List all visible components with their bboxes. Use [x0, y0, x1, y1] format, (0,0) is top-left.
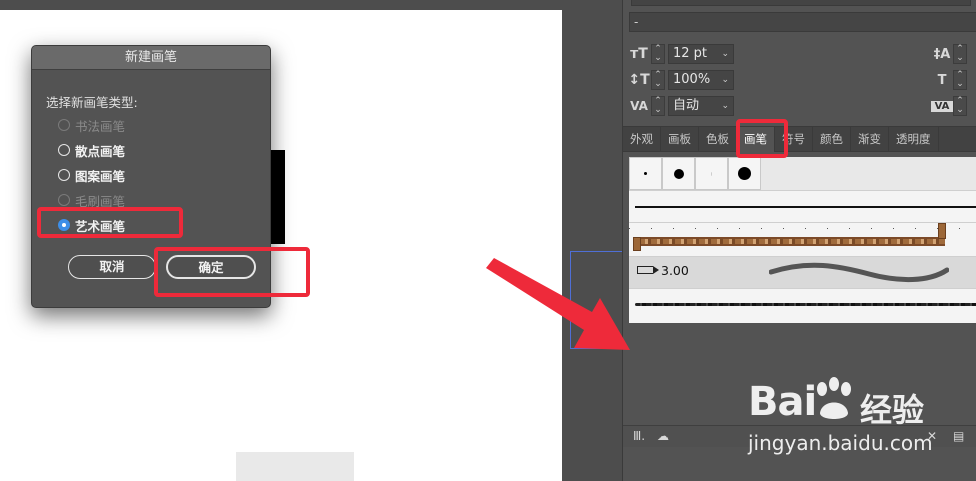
- tab-transparency[interactable]: 透明度: [889, 127, 939, 152]
- option-scatter-brush[interactable]: 散点画笔: [58, 141, 125, 159]
- brush-art-selected[interactable]: 3.00: [629, 256, 976, 288]
- vertical-scale-control: ↕T ⌃ ⌄ 100% ⌄: [627, 69, 734, 91]
- brush-dot-small[interactable]: [629, 157, 662, 190]
- chevron-down-icon[interactable]: ⌄: [721, 71, 729, 89]
- horizontal-scale-icon: T: [937, 72, 947, 88]
- radio-pattern-brush[interactable]: [58, 169, 70, 181]
- brush-dot-medium[interactable]: [662, 157, 695, 190]
- brush-thin-line[interactable]: [629, 190, 976, 222]
- watermark-url: jingyan.baidu.com: [748, 431, 933, 455]
- radio-bristle-brush: [58, 194, 70, 206]
- tab-artboards[interactable]: 画板: [661, 127, 699, 152]
- radio-calligraphic-brush: [58, 119, 70, 131]
- brush-pattern-rope[interactable]: [629, 222, 976, 256]
- screenshot-stage: 新建画笔 选择新画笔类型: 书法画笔 散点画笔 图案画笔 毛刷画笔 艺术画笔 取…: [0, 0, 976, 481]
- kerning-control: VA ⌃ ⌄ 自动 ⌄: [627, 95, 734, 117]
- red-arrow-annotation: [486, 258, 630, 350]
- highlight-brushes-tab: [736, 119, 788, 158]
- dialog-title: 新建画笔: [32, 46, 270, 70]
- brush-rough-line[interactable]: [629, 288, 976, 323]
- font-size-input[interactable]: 12 pt ⌄: [668, 44, 734, 64]
- chevron-down-icon[interactable]: ⌄: [721, 97, 729, 115]
- dot-icon: [711, 171, 712, 176]
- dot-icon: [644, 172, 647, 175]
- brush-dot-large[interactable]: [728, 157, 761, 190]
- brush-preview-rough: [635, 303, 976, 306]
- vertical-scale-icon: ↕T: [628, 72, 650, 88]
- dot-icon: [738, 167, 751, 180]
- document-area-edge: [236, 452, 354, 481]
- brush-preview-pattern: [639, 237, 945, 246]
- option-label: 书法画笔: [75, 118, 126, 134]
- tab-gradient[interactable]: 渐变: [851, 127, 889, 152]
- radio-scatter-brush[interactable]: [58, 144, 70, 156]
- artboard-black-shape[interactable]: [270, 150, 285, 244]
- kerning-stepper[interactable]: ⌃ ⌄: [651, 96, 665, 116]
- tracking-stepper[interactable]: ⌃ ⌄: [953, 96, 967, 116]
- panel-tab-bar: 外观 画板 色板 画笔 符号 颜色 渐变 透明度: [623, 126, 976, 152]
- option-calligraphic-brush: 书法画笔: [58, 116, 125, 134]
- brush-preview-wave: [769, 262, 949, 283]
- brush-stroke-value: 3.00: [661, 263, 689, 278]
- kerning-value: 自动: [673, 98, 700, 113]
- font-size-icon: тT: [630, 46, 648, 62]
- leading-control: ‡A ⌃ ⌄: [931, 43, 971, 65]
- tab-swatches[interactable]: 色板: [699, 127, 737, 152]
- baidu-watermark: Bai 经验 jingyan.baidu.com: [748, 375, 976, 461]
- tab-appearance[interactable]: 外观: [623, 127, 661, 152]
- vertical-scale-input[interactable]: 100% ⌄: [668, 70, 734, 90]
- font-size-value: 12 pt: [673, 46, 708, 61]
- brush-preview-line: [635, 206, 976, 208]
- paw-icon: [817, 377, 851, 419]
- horizontal-scale-control: T ⌃ ⌄: [931, 69, 971, 91]
- chevron-down-icon[interactable]: ⌄: [721, 45, 729, 63]
- brush-preview-pattern-tail: [633, 237, 641, 251]
- brush-libraries-menu-icon[interactable]: Ⅲ.: [633, 429, 645, 443]
- kerning-input[interactable]: 自动 ⌄: [668, 96, 734, 116]
- option-pattern-brush[interactable]: 图案画笔: [58, 166, 125, 184]
- leading-stepper[interactable]: ⌃ ⌄: [953, 44, 967, 64]
- highlight-ok-button: [154, 247, 310, 297]
- font-size-stepper[interactable]: ⌃ ⌄: [651, 44, 665, 64]
- kerning-icon: VA: [630, 99, 648, 113]
- brush-type-prompt: 选择新画笔类型:: [46, 95, 138, 110]
- font-size-control: тT ⌃ ⌄ 12 pt ⌄: [627, 43, 734, 65]
- brush-dot-faint[interactable]: [695, 157, 728, 190]
- dot-icon: [673, 168, 684, 179]
- tab-color[interactable]: 颜色: [813, 127, 851, 152]
- highlight-art-brush: [37, 207, 183, 238]
- option-label[interactable]: 散点画笔: [75, 141, 125, 160]
- option-label[interactable]: 图案画笔: [75, 166, 125, 185]
- cancel-button[interactable]: 取消: [68, 255, 156, 279]
- libraries-panel-icon[interactable]: ☁: [657, 429, 669, 443]
- pattern-ticks: [629, 228, 976, 229]
- font-family-field[interactable]: [631, 0, 971, 6]
- watermark-brand: Bai: [748, 379, 817, 425]
- tracking-control: VA ⌃ ⌄: [931, 95, 971, 117]
- horizontal-scale-stepper[interactable]: ⌃ ⌄: [953, 70, 967, 90]
- font-style-field[interactable]: -: [629, 12, 976, 32]
- watermark-suffix: 经验: [860, 391, 925, 429]
- brush-preview-pattern-corner: [938, 223, 946, 239]
- tracking-icon: VA: [931, 100, 953, 112]
- brush-library-list: 3.00: [629, 157, 976, 323]
- vertical-scale-stepper[interactable]: ⌃ ⌄: [651, 70, 665, 90]
- leading-icon: ‡A: [933, 46, 951, 62]
- vertical-scale-value: 100%: [673, 72, 711, 87]
